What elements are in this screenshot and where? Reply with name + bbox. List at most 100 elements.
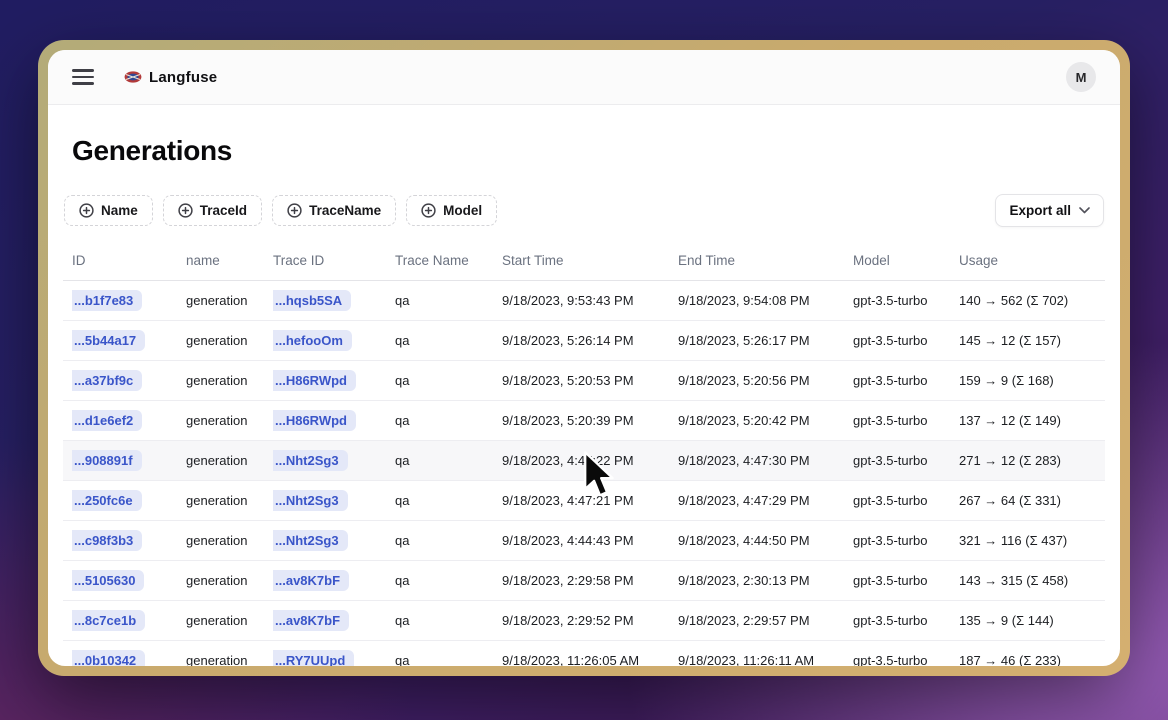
cell-end-time: 9/18/2023, 5:26:17 PM [678, 333, 853, 348]
cell-model: gpt-3.5-turbo [853, 413, 959, 428]
table-row[interactable]: ...a37bf9cgeneration...H86RWpdqa9/18/202… [63, 361, 1105, 401]
cell-end-time: 9/18/2023, 4:44:50 PM [678, 533, 853, 548]
cell-start-time: 9/18/2023, 5:20:53 PM [502, 373, 678, 388]
filter-button-tracename[interactable]: TraceName [272, 195, 396, 226]
cell-trace-id: ...Nht2Sg3 [273, 530, 395, 551]
app-window: Langfuse M Generations NameTraceIdTraceN… [38, 40, 1130, 676]
filter-button-traceid[interactable]: TraceId [163, 195, 262, 226]
generation-id-link[interactable]: ...908891f [72, 450, 142, 471]
column-header: Usage [959, 253, 1105, 268]
cell-start-time: 9/18/2023, 11:26:05 AM [502, 653, 678, 666]
cell-id: ...250fc6e [72, 490, 186, 511]
trace-id-link[interactable]: ...hqsb5SA [273, 290, 351, 311]
filter-button-name[interactable]: Name [64, 195, 153, 226]
cell-name: generation [186, 373, 273, 388]
generation-id-link[interactable]: ...0b10342 [72, 650, 145, 666]
generation-id-link[interactable]: ...b1f7e83 [72, 290, 142, 311]
cell-start-time: 9/18/2023, 4:44:43 PM [502, 533, 678, 548]
cell-start-time: 9/18/2023, 2:29:52 PM [502, 613, 678, 628]
column-header: name [186, 253, 273, 268]
trace-id-link[interactable]: ...Nht2Sg3 [273, 490, 348, 511]
table-row[interactable]: ...0b10342generation...RY7UUpdqa9/18/202… [63, 641, 1105, 666]
cell-name: generation [186, 533, 273, 548]
cell-end-time: 9/18/2023, 2:29:57 PM [678, 613, 853, 628]
cell-trace-name: qa [395, 573, 502, 588]
cell-trace-name: qa [395, 493, 502, 508]
chevron-down-icon [1079, 207, 1090, 214]
filter-button-label: TraceName [309, 203, 381, 218]
generation-id-link[interactable]: ...c98f3b3 [72, 530, 142, 551]
cell-end-time: 9/18/2023, 4:47:30 PM [678, 453, 853, 468]
cell-model: gpt-3.5-turbo [853, 373, 959, 388]
trace-id-link[interactable]: ...hefooOm [273, 330, 352, 351]
brand-name: Langfuse [149, 69, 217, 86]
generation-id-link[interactable]: ...d1e6ef2 [72, 410, 142, 431]
cell-end-time: 9/18/2023, 5:20:56 PM [678, 373, 853, 388]
cell-name: generation [186, 613, 273, 628]
cell-id: ...5105630 [72, 570, 186, 591]
cell-usage: 187 → 46 (Σ 233) [959, 653, 1105, 666]
cell-trace-name: qa [395, 613, 502, 628]
cell-name: generation [186, 493, 273, 508]
filter-button-label: Model [443, 203, 482, 218]
menu-icon[interactable] [72, 69, 94, 85]
cell-id: ...b1f7e83 [72, 290, 186, 311]
column-header: Trace ID [273, 253, 395, 268]
cell-trace-name: qa [395, 413, 502, 428]
cell-usage: 267 → 64 (Σ 331) [959, 493, 1105, 508]
cell-trace-name: qa [395, 373, 502, 388]
cell-id: ...908891f [72, 450, 186, 471]
table-row[interactable]: ...250fc6egeneration...Nht2Sg3qa9/18/202… [63, 481, 1105, 521]
table-header-row: IDnameTrace IDTrace NameStart TimeEnd Ti… [63, 241, 1105, 281]
user-avatar[interactable]: M [1066, 62, 1096, 92]
cell-start-time: 9/18/2023, 5:20:39 PM [502, 413, 678, 428]
trace-id-link[interactable]: ...H86RWpd [273, 410, 356, 431]
table-row[interactable]: ...8c7ce1bgeneration...av8K7bFqa9/18/202… [63, 601, 1105, 641]
cell-model: gpt-3.5-turbo [853, 573, 959, 588]
table-row[interactable]: ...908891f generation...Nht2Sg3 qa 9/18/202… [63, 441, 1105, 481]
cell-id: ...0b10342 [72, 650, 186, 666]
cell-end-time: 9/18/2023, 2:30:13 PM [678, 573, 853, 588]
cell-start-time: 9/18/2023, 5:26:14 PM [502, 333, 678, 348]
cell-name: generation [186, 453, 273, 468]
trace-id-link[interactable]: ...av8K7bF [273, 610, 349, 631]
cell-trace-name: qa [395, 453, 502, 468]
cell-trace-name: qa [395, 333, 502, 348]
plus-circle-icon [421, 203, 436, 218]
cell-trace-id: ...av8K7bF [273, 610, 395, 631]
generation-id-link[interactable]: ...5105630 [72, 570, 144, 591]
cell-id: ...8c7ce1b [72, 610, 186, 631]
cell-trace-name: qa [395, 293, 502, 308]
cell-name: generation [186, 653, 273, 666]
cell-name: generation [186, 413, 273, 428]
langfuse-logo-icon [124, 70, 142, 84]
trace-id-link[interactable]: ...av8K7bF [273, 570, 349, 591]
cell-trace-id: ...hefooOm [273, 330, 395, 351]
langfuse-app: Langfuse M Generations NameTraceIdTraceN… [48, 50, 1120, 666]
cell-usage: 321 → 116 (Σ 437) [959, 533, 1105, 548]
brand[interactable]: Langfuse [124, 69, 217, 86]
trace-id-link[interactable]: ...Nht2Sg3 [273, 450, 348, 471]
export-all-button[interactable]: Export all [995, 194, 1104, 227]
generation-id-link[interactable]: ...5b44a17 [72, 330, 145, 351]
cell-trace-name: qa [395, 533, 502, 548]
filter-button-model[interactable]: Model [406, 195, 497, 226]
table-row[interactable]: ...d1e6ef2 generation...H86RWpd qa9/18/202… [63, 401, 1105, 441]
trace-id-link[interactable]: ...Nht2Sg3 [273, 530, 348, 551]
column-header: End Time [678, 253, 853, 268]
trace-id-link[interactable]: ...H86RWpd [273, 370, 356, 391]
table-row[interactable]: ...c98f3b3generation...Nht2Sg3qa9/18/202… [63, 521, 1105, 561]
table-row[interactable]: ...5105630generation...av8K7bFqa9/18/202… [63, 561, 1105, 601]
generation-id-link[interactable]: ...8c7ce1b [72, 610, 145, 631]
table-row[interactable]: ...5b44a17generation...hefooOmqa9/18/202… [63, 321, 1105, 361]
generation-id-link[interactable]: ...250fc6e [72, 490, 142, 511]
filter-button-label: TraceId [200, 203, 247, 218]
cell-usage: 140 → 562 (Σ 702) [959, 293, 1105, 308]
cell-model: gpt-3.5-turbo [853, 333, 959, 348]
column-header: ID [72, 253, 186, 268]
table-row[interactable]: ...b1f7e83generation...hqsb5SAqa9/18/202… [63, 281, 1105, 321]
desktop-background: Langfuse M Generations NameTraceIdTraceN… [0, 0, 1168, 720]
cell-usage: 137 → 12 (Σ 149) [959, 413, 1105, 428]
trace-id-link[interactable]: ...RY7UUpd [273, 650, 354, 666]
generation-id-link[interactable]: ...a37bf9c [72, 370, 142, 391]
